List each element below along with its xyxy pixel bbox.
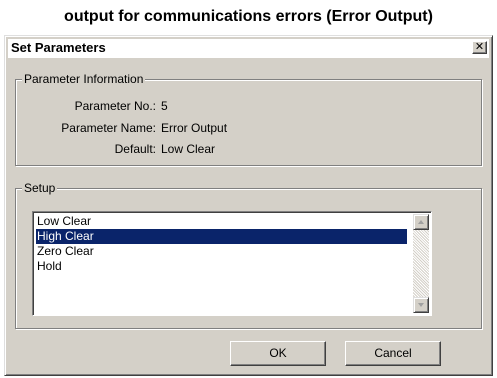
parameter-name-value: Error Output	[161, 121, 228, 135]
parameter-number-label: Parameter No.:	[74, 99, 156, 113]
figure-caption: output for communications errors (Error …	[64, 8, 433, 25]
list-item-zero-clear[interactable]: Zero Clear	[36, 244, 407, 259]
ok-button[interactable]: OK	[230, 341, 326, 366]
scroll-up-button[interactable]	[413, 214, 429, 230]
cancel-button[interactable]: Cancel	[345, 341, 441, 366]
setup-legend: Setup	[22, 181, 58, 195]
default-label: Default:	[114, 142, 156, 156]
parameter-information-legend: Parameter Information	[22, 72, 146, 86]
arrow-down-icon	[418, 303, 424, 307]
list-item-low-clear[interactable]: Low Clear	[36, 214, 407, 229]
list-item-hold[interactable]: Hold	[36, 259, 407, 274]
parameter-name-label: Parameter Name:	[61, 121, 156, 135]
close-button[interactable]: ✕	[472, 41, 487, 54]
listbox-scrollbar[interactable]	[413, 214, 429, 313]
set-parameters-dialog: Set Parameters ✕ Parameter Information P…	[4, 35, 493, 376]
dialog-title: Set Parameters	[11, 40, 106, 55]
arrow-up-icon	[418, 220, 424, 224]
close-icon: ✕	[474, 41, 485, 53]
list-item-high-clear[interactable]: High Clear	[36, 229, 407, 244]
parameter-number-value: 5	[161, 99, 168, 113]
setup-listbox[interactable]: Low Clear High Clear Zero Clear Hold	[32, 211, 432, 316]
scroll-down-button[interactable]	[413, 297, 429, 313]
title-bar[interactable]: Set Parameters ✕	[8, 39, 489, 58]
default-value: Low Clear	[161, 142, 216, 156]
